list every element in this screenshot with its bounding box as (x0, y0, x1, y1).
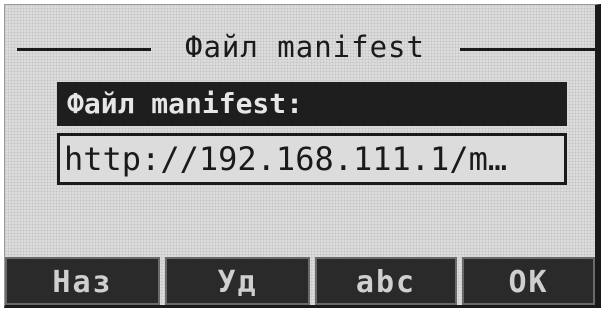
title-divider-right (460, 48, 595, 51)
delete-softkey[interactable]: Уд (165, 257, 310, 305)
screen-title: Файл manifest (185, 30, 425, 64)
lcd-screen: Файл manifest Файл manifest: http://192.… (4, 4, 601, 308)
title-bar: Файл manifest (5, 27, 595, 67)
softkey-bar: Наз Уд abc OK (5, 257, 595, 305)
input-mode-softkey[interactable]: abc (315, 257, 457, 305)
back-softkey[interactable]: Наз (5, 257, 160, 305)
manifest-url-input[interactable]: http://192.168.111.1/m… (57, 133, 567, 185)
title-divider-left (17, 48, 151, 51)
ok-softkey[interactable]: OK (462, 257, 595, 305)
manifest-field-label: Файл manifest: (57, 82, 567, 126)
